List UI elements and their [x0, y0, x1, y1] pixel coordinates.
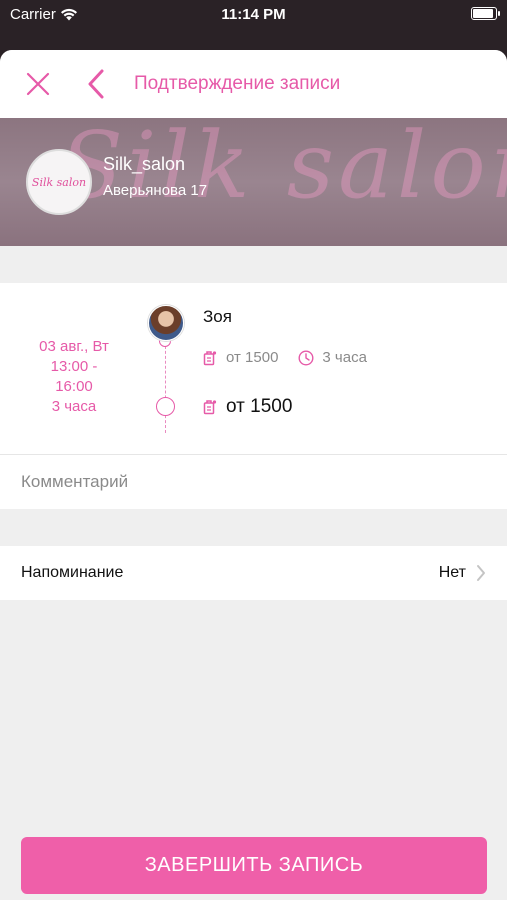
- reminder-value: Нет: [438, 564, 466, 581]
- timeline-end-dot: [156, 397, 175, 416]
- avatar: [148, 305, 184, 341]
- booking-duration: 3 часа: [51, 398, 97, 415]
- chevron-left-icon[interactable]: [84, 68, 108, 100]
- total-price-row: от 1500: [203, 396, 292, 418]
- salon-name: Silk_salon: [103, 154, 186, 174]
- salon-logo-text: Silk salon: [31, 175, 87, 189]
- chevron-right-icon: [477, 565, 485, 581]
- booking-summary: 03 авг., Вт 13:00 - 16:00 3 часа Зоя от …: [0, 283, 507, 455]
- booking-confirmation-sheet: Подтверждение записи Silk salon Silk sal…: [0, 50, 507, 900]
- comment-field[interactable]: Комментарий: [0, 455, 507, 509]
- clock-time: 11:14 PM: [221, 6, 286, 23]
- salon-logo[interactable]: Silk salon: [26, 149, 92, 215]
- salon-address: Аверьянова 17: [103, 182, 208, 199]
- finish-booking-button[interactable]: ЗАВЕРШИТЬ ЗАПИСЬ: [21, 837, 487, 894]
- comment-placeholder: Комментарий: [21, 472, 129, 491]
- close-icon[interactable]: [24, 70, 52, 98]
- status-bar: Carrier 11:14 PM: [0, 0, 507, 30]
- booking-time-end: 16:00: [55, 378, 93, 395]
- reminder-label: Напоминание: [21, 564, 124, 581]
- total-price: от 1500: [226, 396, 293, 417]
- booking-datetime: 03 авг., Вт 13:00 - 16:00 3 часа: [16, 337, 132, 417]
- timeline-line: [165, 341, 167, 433]
- reminder-value-group: Нет: [439, 564, 486, 582]
- navigation-bar: Подтверждение записи: [0, 50, 507, 118]
- service-price: от 1500: [226, 349, 279, 366]
- booking-date: 03 авг., Вт: [39, 338, 109, 355]
- price-tag-icon: [203, 400, 217, 415]
- master-name: Зоя: [203, 307, 232, 326]
- salon-banner: Silk salon Silk salon Silk_salon Аверьян…: [0, 118, 507, 246]
- clock-icon: [298, 349, 314, 366]
- service-details: от 1500 3 часа: [203, 349, 367, 366]
- reminder-row[interactable]: Напоминание Нет: [0, 546, 507, 600]
- page-title: Подтверждение записи: [134, 73, 341, 94]
- service-duration: 3 часа: [322, 349, 367, 366]
- price-tag-icon: [203, 350, 217, 365]
- battery-icon: [471, 7, 500, 20]
- booking-time-start: 13:00 -: [50, 358, 98, 375]
